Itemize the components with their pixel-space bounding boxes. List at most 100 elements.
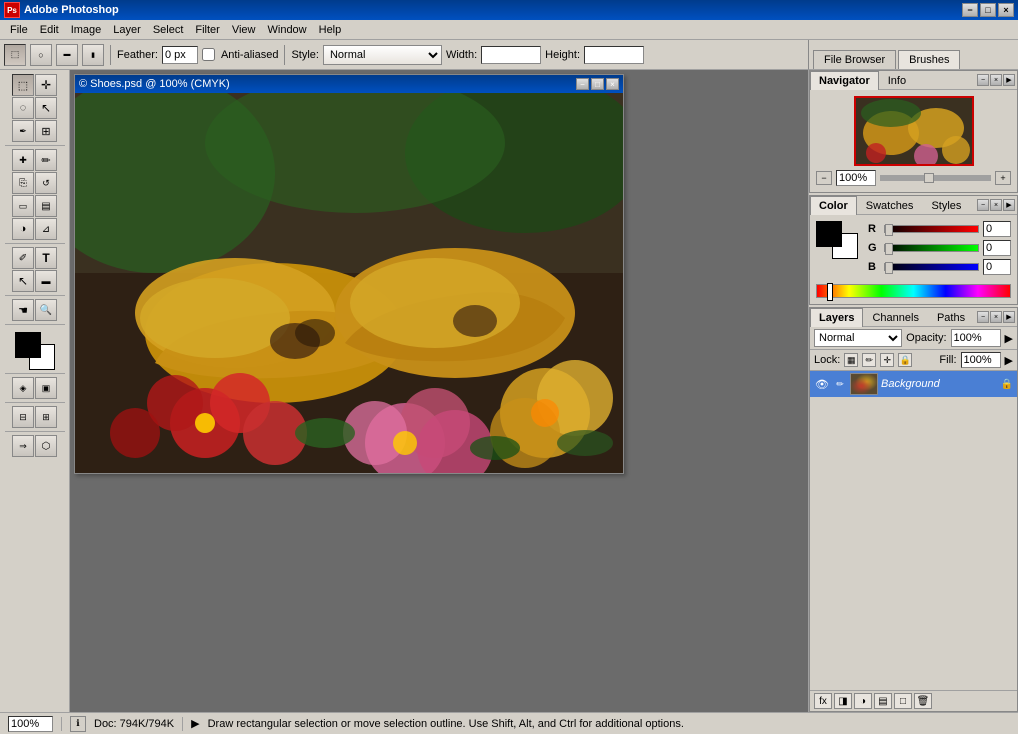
zoom-out-button[interactable]: − <box>816 171 832 185</box>
zoom-slider[interactable] <box>880 175 991 181</box>
paths-tab[interactable]: Paths <box>928 308 974 327</box>
crop-tool[interactable] <box>35 120 57 142</box>
spectrum-bar[interactable] <box>816 284 1011 298</box>
marquee-row-button[interactable]: ▬ <box>56 44 78 66</box>
delete-layer-button[interactable]: 🗑 <box>914 693 932 709</box>
opacity-input[interactable] <box>951 329 1001 347</box>
r-slider[interactable] <box>884 225 979 233</box>
opacity-arrow[interactable]: ▶ <box>1005 332 1013 345</box>
menu-edit[interactable]: Edit <box>34 22 65 38</box>
b-slider[interactable] <box>884 263 979 271</box>
style-select[interactable]: Normal Fixed Aspect Ratio Fixed Size <box>323 45 442 65</box>
r-value[interactable] <box>983 221 1011 237</box>
zoom-in-button[interactable]: + <box>995 171 1011 185</box>
marquee-tool[interactable] <box>12 74 34 96</box>
zoom-input[interactable] <box>836 170 876 186</box>
brushes-tab[interactable]: Brushes <box>898 50 960 69</box>
b-value[interactable] <box>983 259 1011 275</box>
quick-select-tool[interactable] <box>35 97 57 119</box>
standard-mode-button[interactable]: ▣ <box>35 377 57 399</box>
color-minimize-button[interactable]: − <box>977 199 989 211</box>
layer-background[interactable]: 👁 ✏ Background 🔒 <box>810 371 1017 397</box>
text-tool[interactable] <box>35 247 57 269</box>
layer-effects-button[interactable]: fx <box>814 693 832 709</box>
3d-tool[interactable] <box>35 435 57 457</box>
shape-tool[interactable] <box>35 270 57 292</box>
navigator-tab[interactable]: Navigator <box>810 71 879 90</box>
feather-input[interactable] <box>162 46 198 64</box>
doc-minimize-button[interactable]: − <box>576 78 589 90</box>
blur-tool[interactable] <box>35 218 57 240</box>
clone-tool[interactable] <box>12 172 34 194</box>
hand-tool[interactable] <box>12 299 34 321</box>
layers-minimize-button[interactable]: − <box>977 311 989 323</box>
brush-tool[interactable] <box>35 149 57 171</box>
pen-tool[interactable] <box>12 247 34 269</box>
doc-restore-button[interactable]: □ <box>591 78 604 90</box>
height-input[interactable] <box>584 46 644 64</box>
quick-mask-button[interactable]: ◈ <box>12 377 34 399</box>
marquee-ellipse-button[interactable]: ○ <box>30 44 52 66</box>
g-value[interactable] <box>983 240 1011 256</box>
fill-arrow[interactable]: ▶ <box>1005 354 1013 367</box>
menu-file[interactable]: File <box>4 22 34 38</box>
eraser-tool[interactable] <box>12 195 34 217</box>
status-zoom-input[interactable] <box>8 716 53 732</box>
doc-close-button[interactable]: × <box>606 78 619 90</box>
width-input[interactable] <box>481 46 541 64</box>
close-button[interactable]: × <box>998 3 1014 17</box>
maximize-button[interactable]: □ <box>980 3 996 17</box>
navigator-close-button[interactable]: × <box>990 74 1002 86</box>
full-screen-button[interactable]: ⊞ <box>35 406 57 428</box>
marquee-col-button[interactable]: ▮ <box>82 44 104 66</box>
gradient-tool[interactable] <box>35 195 57 217</box>
foreground-color[interactable] <box>15 332 41 358</box>
anti-aliased-checkbox[interactable] <box>202 48 215 61</box>
navigator-menu-button[interactable]: ▶ <box>1003 74 1015 86</box>
layers-menu-button[interactable]: ▶ <box>1003 311 1015 323</box>
menu-window[interactable]: Window <box>262 22 313 38</box>
path-select-tool[interactable] <box>12 270 34 292</box>
color-tab[interactable]: Color <box>810 196 857 215</box>
eyedropper-tool[interactable] <box>12 120 34 142</box>
fg-color-swatch[interactable] <box>816 221 842 247</box>
zoom-tool[interactable] <box>35 299 57 321</box>
channels-tab[interactable]: Channels <box>863 308 927 327</box>
navigator-minimize-button[interactable]: − <box>977 74 989 86</box>
new-group-button[interactable]: ▤ <box>874 693 892 709</box>
status-arrow[interactable]: ▶ <box>191 717 199 730</box>
minimize-button[interactable]: − <box>962 3 978 17</box>
g-slider[interactable] <box>884 244 979 252</box>
color-menu-button[interactable]: ▶ <box>1003 199 1015 211</box>
lock-position-button[interactable]: ✛ <box>880 353 894 367</box>
menu-select[interactable]: Select <box>147 22 190 38</box>
go-to-bridge-button[interactable]: ⇒ <box>12 435 34 457</box>
styles-tab[interactable]: Styles <box>922 196 970 215</box>
menu-image[interactable]: Image <box>65 22 108 38</box>
history-brush-tool[interactable]: ↺ <box>35 172 57 194</box>
lasso-tool[interactable] <box>12 97 34 119</box>
layers-tab[interactable]: Layers <box>810 308 863 327</box>
menu-help[interactable]: Help <box>313 22 348 38</box>
blend-mode-select[interactable]: Normal Multiply Screen Overlay <box>814 329 902 347</box>
layers-close-button[interactable]: × <box>990 311 1002 323</box>
menu-layer[interactable]: Layer <box>107 22 147 38</box>
move-tool[interactable] <box>35 74 57 96</box>
new-fill-layer-button[interactable]: ◑ <box>854 693 872 709</box>
menu-filter[interactable]: Filter <box>189 22 225 38</box>
new-layer-button[interactable]: □ <box>894 693 912 709</box>
layer-visibility-toggle[interactable]: 👁 <box>814 376 830 392</box>
menu-view[interactable]: View <box>226 22 262 38</box>
dodge-tool[interactable] <box>12 218 34 240</box>
info-tab[interactable]: Info <box>879 71 915 90</box>
lock-all-button[interactable]: 🔒 <box>898 353 912 367</box>
screen-mode-button[interactable]: ⊟ <box>12 406 34 428</box>
layer-mask-button[interactable]: ◨ <box>834 693 852 709</box>
file-browser-tab[interactable]: File Browser <box>813 50 896 69</box>
color-close-button[interactable]: × <box>990 199 1002 211</box>
status-info-button[interactable]: ℹ <box>70 716 86 732</box>
swatches-tab[interactable]: Swatches <box>857 196 923 215</box>
marquee-rect-button[interactable]: ⬚ <box>4 44 26 66</box>
heal-tool[interactable] <box>12 149 34 171</box>
lock-transparent-button[interactable]: ▦ <box>844 353 858 367</box>
